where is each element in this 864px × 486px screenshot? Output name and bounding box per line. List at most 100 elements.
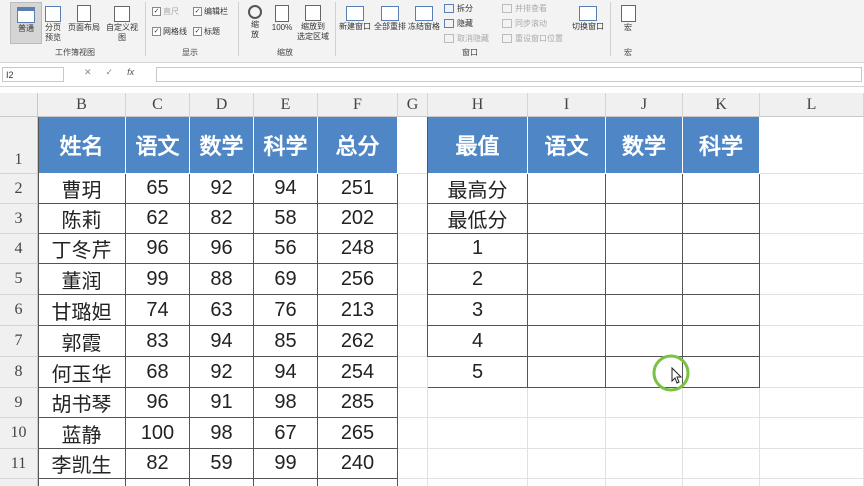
score-cell[interactable]: 251 — [318, 174, 398, 204]
cell[interactable] — [528, 449, 606, 479]
column-header-B[interactable]: B — [38, 93, 126, 117]
column-header-E[interactable]: E — [254, 93, 318, 117]
cell[interactable] — [428, 388, 528, 418]
cell[interactable] — [398, 174, 428, 204]
table1-header-cell[interactable]: 总分 — [318, 117, 398, 174]
table2-value-cell[interactable] — [528, 204, 606, 234]
cell[interactable] — [398, 204, 428, 234]
column-header-F[interactable]: F — [318, 93, 398, 117]
score-cell[interactable]: 96 — [190, 234, 254, 264]
cell[interactable] — [760, 295, 864, 326]
formula-bar-checkbox[interactable]: ✓ 编辑栏 — [193, 6, 228, 17]
cell[interactable] — [398, 388, 428, 418]
row-header-8[interactable]: 8 — [0, 357, 38, 388]
cell[interactable] — [760, 234, 864, 264]
ruler-checkbox[interactable]: ✓ 直尺 — [152, 6, 179, 17]
split-button[interactable]: 拆分 — [444, 3, 473, 14]
name-cell[interactable]: 蓝静 — [38, 418, 126, 449]
score-cell[interactable]: 69 — [254, 264, 318, 295]
cell[interactable] — [606, 418, 683, 449]
table2-header-cell[interactable]: 最值 — [428, 117, 528, 174]
table2-label-cell[interactable]: 最低分 — [428, 204, 528, 234]
score-cell[interactable]: 62 — [126, 204, 190, 234]
column-header-C[interactable]: C — [126, 93, 190, 117]
table2-value-cell[interactable] — [606, 264, 683, 295]
table2-label-cell[interactable]: 5 — [428, 357, 528, 388]
cell[interactable] — [760, 449, 864, 479]
table1-header-cell[interactable]: 科学 — [254, 117, 318, 174]
unhide-button[interactable]: 取消隐藏 — [444, 33, 489, 44]
name-cell[interactable]: 丁冬芹 — [38, 234, 126, 264]
score-cell[interactable]: 82 — [126, 449, 190, 479]
cell[interactable] — [126, 479, 190, 486]
view-side-by-side-button[interactable]: 并排查看 — [502, 3, 547, 14]
cell[interactable] — [428, 479, 528, 486]
table2-value-cell[interactable] — [528, 264, 606, 295]
column-header-G[interactable]: G — [398, 93, 428, 117]
table2-value-cell[interactable] — [606, 204, 683, 234]
cell[interactable] — [398, 234, 428, 264]
cell[interactable] — [398, 264, 428, 295]
column-header-D[interactable]: D — [190, 93, 254, 117]
cell[interactable] — [528, 418, 606, 449]
name-cell[interactable]: 李凯生 — [38, 449, 126, 479]
select-all-corner[interactable] — [0, 93, 38, 117]
table2-header-cell[interactable]: 科学 — [683, 117, 760, 174]
score-cell[interactable]: 56 — [254, 234, 318, 264]
cell[interactable] — [190, 479, 254, 486]
row-header-5[interactable]: 5 — [0, 264, 38, 295]
score-cell[interactable]: 74 — [126, 295, 190, 326]
column-header-L[interactable]: L — [760, 93, 864, 117]
row-header-12[interactable]: 12 — [0, 479, 38, 486]
row-header-4[interactable]: 4 — [0, 234, 38, 264]
table2-value-cell[interactable] — [683, 234, 760, 264]
row-header-11[interactable]: 11 — [0, 449, 38, 479]
table2-value-cell[interactable] — [683, 357, 760, 388]
new-window-button[interactable]: 新建窗口 — [338, 2, 372, 32]
score-cell[interactable]: 240 — [318, 449, 398, 479]
cell[interactable] — [606, 449, 683, 479]
column-header-I[interactable]: I — [528, 93, 606, 117]
table2-value-cell[interactable] — [528, 295, 606, 326]
table1-header-cell[interactable]: 语文 — [126, 117, 190, 174]
hide-button[interactable]: 隐藏 — [444, 18, 473, 29]
cell[interactable] — [606, 479, 683, 486]
score-cell[interactable]: 94 — [190, 326, 254, 357]
cell[interactable] — [398, 449, 428, 479]
score-cell[interactable]: 256 — [318, 264, 398, 295]
name-cell[interactable]: 董润 — [38, 264, 126, 295]
switch-windows-button[interactable]: 切换窗口 — [570, 2, 606, 32]
page-layout-button[interactable]: 页面布局 — [67, 2, 101, 33]
table2-header-cell[interactable]: 语文 — [528, 117, 606, 174]
row-header-7[interactable]: 7 — [0, 326, 38, 357]
column-header-K[interactable]: K — [683, 93, 760, 117]
cell[interactable] — [760, 204, 864, 234]
zoom-button[interactable]: 缩 放 — [244, 2, 266, 40]
table2-value-cell[interactable] — [683, 264, 760, 295]
score-cell[interactable]: 63 — [190, 295, 254, 326]
cell[interactable] — [760, 174, 864, 204]
row-header-6[interactable]: 6 — [0, 295, 38, 326]
name-cell[interactable]: 何玉华 — [38, 357, 126, 388]
cancel-icon[interactable]: ✕ — [84, 67, 92, 78]
formula-input[interactable] — [156, 67, 862, 82]
cell[interactable] — [528, 479, 606, 486]
cell[interactable] — [38, 479, 126, 486]
table2-value-cell[interactable] — [606, 234, 683, 264]
insert-function-button[interactable]: fx — [127, 67, 134, 78]
score-cell[interactable]: 254 — [318, 357, 398, 388]
cell[interactable] — [683, 479, 760, 486]
score-cell[interactable]: 213 — [318, 295, 398, 326]
cell[interactable] — [398, 326, 428, 357]
row-header-2[interactable]: 2 — [0, 174, 38, 204]
score-cell[interactable]: 248 — [318, 234, 398, 264]
cell[interactable] — [398, 117, 428, 174]
table2-value-cell[interactable] — [683, 174, 760, 204]
name-cell[interactable]: 陈莉 — [38, 204, 126, 234]
score-cell[interactable]: 68 — [126, 357, 190, 388]
cell[interactable] — [528, 388, 606, 418]
table2-value-cell[interactable] — [528, 326, 606, 357]
table2-value-cell[interactable] — [683, 295, 760, 326]
score-cell[interactable]: 85 — [254, 326, 318, 357]
custom-views-button[interactable]: 自定义视图 — [103, 2, 141, 43]
